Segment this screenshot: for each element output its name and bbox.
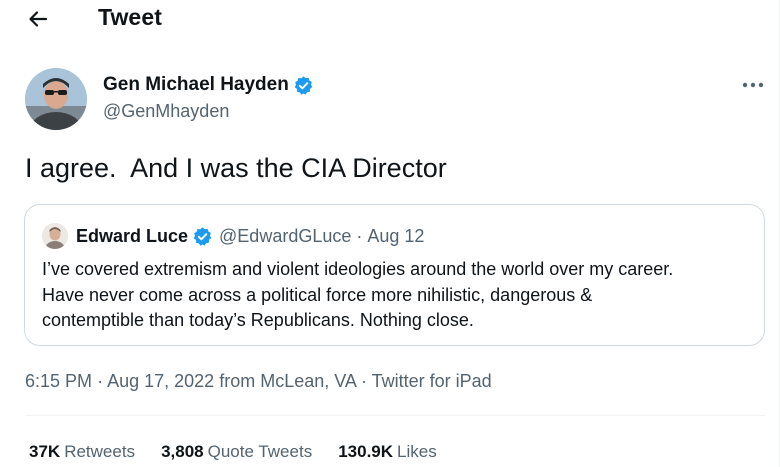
quoted-author-handle: @EdwardGLuce <box>219 225 352 246</box>
author-name-row[interactable]: Gen Michael Hayden <box>103 74 314 96</box>
author-handle[interactable]: @GenMhayden <box>103 101 229 122</box>
page-title: Tweet <box>98 4 162 30</box>
tweet-meta: 6:15 PM · Aug 17, 2022 from McLean, VA ·… <box>25 371 492 392</box>
likes-stat[interactable]: 130.9K Likes <box>338 442 437 462</box>
arrow-left-icon <box>29 11 48 27</box>
verified-badge-icon <box>193 226 212 246</box>
verified-badge-icon <box>294 75 313 95</box>
quoted-avatar-image <box>42 223 68 249</box>
tweet-date[interactable]: Aug 17, 2022 <box>107 371 214 391</box>
quoted-author-name: Edward Luce <box>76 225 189 246</box>
quoted-author-avatar <box>42 223 68 249</box>
tweet-text: I agree. And I was the CIA Director <box>25 153 447 183</box>
more-horizontal-icon <box>742 82 764 88</box>
quoted-tweet-header: Edward Luce @EdwardGLuce · Aug 12 <box>42 223 424 249</box>
tweet-source[interactable]: Twitter for iPad <box>372 371 492 391</box>
author-name[interactable]: Gen Michael Hayden <box>103 74 289 96</box>
back-button[interactable] <box>20 2 56 36</box>
retweets-label: Retweets <box>64 442 136 461</box>
quote-tweets-stat[interactable]: 3,808 Quote Tweets <box>161 442 312 462</box>
quoted-text-line: contemptible than today’s Republicans. N… <box>42 310 474 330</box>
separator-dot: · <box>356 225 363 246</box>
quote-tweets-label: Quote Tweets <box>207 442 313 461</box>
tweet-stats: 37K Retweets 3,808 Quote Tweets 130.9K Like… <box>29 442 463 462</box>
divider <box>25 415 765 416</box>
quoted-text-line: I’ve covered extremism and violent ideol… <box>42 259 674 279</box>
tweet-page: Tweet Gen Michael Hayden @GenMhayden I a <box>0 0 780 467</box>
likes-label: Likes <box>397 442 437 461</box>
retweets-stat[interactable]: 37K Retweets <box>29 442 135 462</box>
header: Tweet <box>0 0 780 40</box>
quote-tweets-count: 3,808 <box>161 442 204 461</box>
separator-dot: · <box>360 371 372 391</box>
quoted-text-line: Have never come across a political force… <box>42 284 593 305</box>
avatar-image <box>25 68 87 130</box>
tweet-time[interactable]: 6:15 PM <box>25 371 92 391</box>
more-options-button[interactable] <box>734 72 772 98</box>
quoted-tweet-card[interactable]: Edward Luce @EdwardGLuce · Aug 12 I’ve c… <box>24 204 765 346</box>
quoted-tweet-date: Aug 12 <box>367 225 425 246</box>
tweet-location: from McLean, VA <box>219 371 356 391</box>
likes-count: 130.9K <box>338 442 394 461</box>
quoted-tweet-text: I’ve covered extremism and violent ideol… <box>42 257 757 334</box>
author-avatar[interactable] <box>25 68 87 130</box>
retweets-count: 37K <box>29 442 61 461</box>
separator-dot: · <box>97 371 108 391</box>
